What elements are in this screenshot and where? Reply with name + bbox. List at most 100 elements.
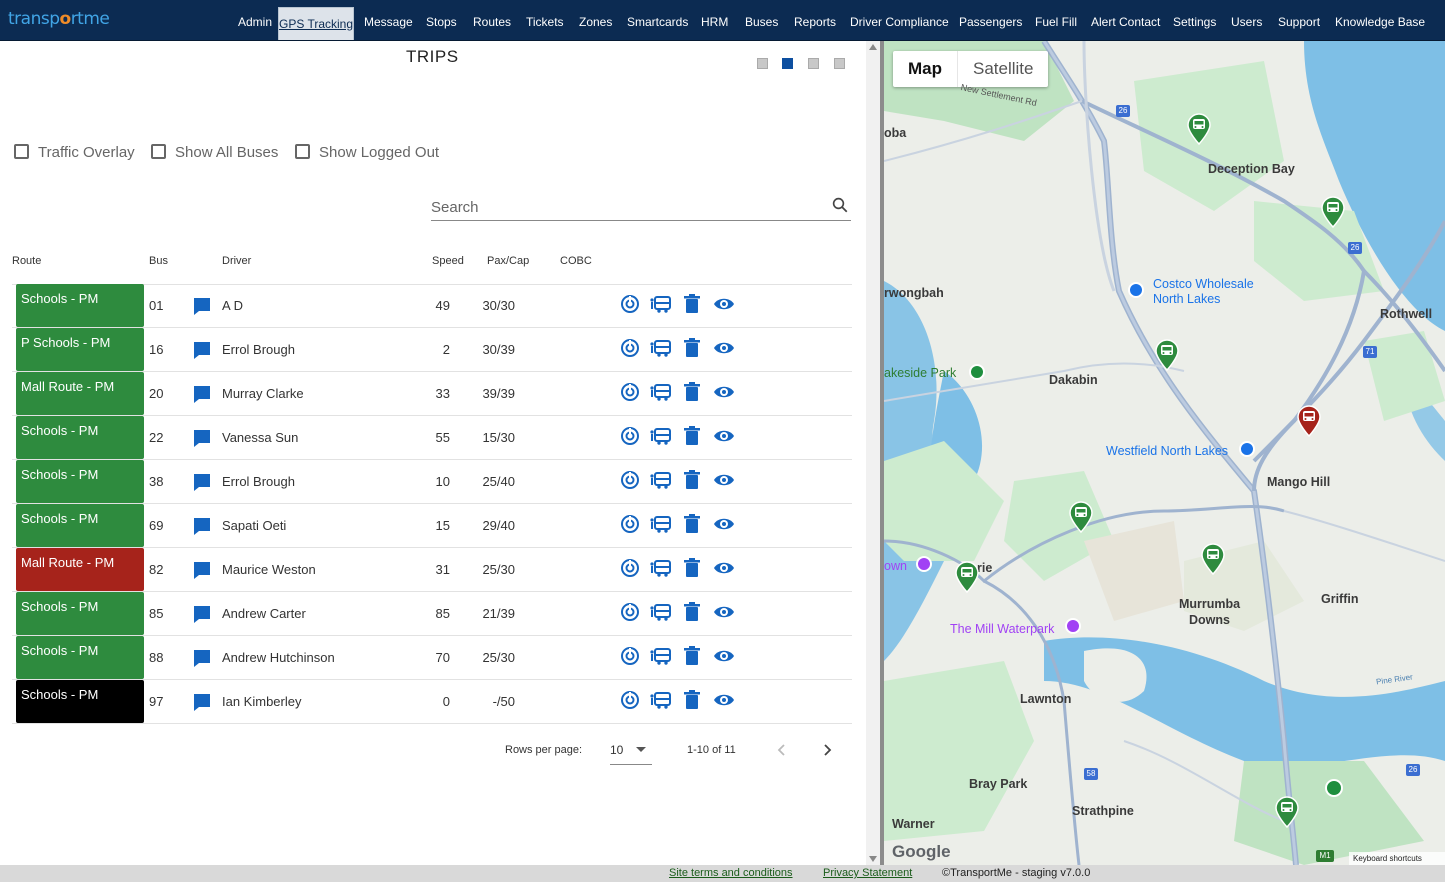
nav-driver-compliance[interactable]: Driver Compliance bbox=[850, 0, 949, 41]
filter-late[interactable]: Late (0) bbox=[226, 88, 295, 116]
rows-per-page-select[interactable]: 10 bbox=[610, 739, 652, 765]
bus-marker-icon[interactable] bbox=[954, 561, 980, 594]
next-page-button[interactable] bbox=[821, 743, 833, 760]
nav-tickets[interactable]: Tickets bbox=[526, 0, 564, 41]
filter-logged-out[interactable]: Logged Out (0) bbox=[505, 88, 621, 116]
table-row[interactable]: Schools - PM 88 Andrew Hutchinson 70 25/30 bbox=[12, 636, 852, 680]
nav-buses[interactable]: Buses bbox=[745, 0, 778, 41]
bus-details-icon[interactable] bbox=[650, 294, 672, 319]
privacy-statement-link[interactable]: Privacy Statement bbox=[823, 867, 912, 879]
col-header-cobc[interactable]: COBC bbox=[560, 255, 592, 267]
delete-trip-icon[interactable] bbox=[683, 690, 701, 715]
bus-details-icon[interactable] bbox=[650, 382, 672, 407]
scroll-up-icon[interactable] bbox=[869, 44, 877, 50]
view-trip-icon[interactable] bbox=[713, 646, 735, 671]
site-terms-link[interactable]: Site terms and conditions bbox=[669, 867, 793, 879]
delete-trip-icon[interactable] bbox=[683, 470, 701, 495]
bus-details-icon[interactable] bbox=[650, 646, 672, 671]
nav-smartcards[interactable]: Smartcards bbox=[627, 0, 688, 41]
view-trip-icon[interactable] bbox=[713, 426, 735, 451]
filter-early[interactable]: Early (0) bbox=[154, 88, 226, 116]
table-row[interactable]: Mall Route - PM 82 Maurice Weston 31 25/30 bbox=[12, 548, 852, 592]
bus-details-icon[interactable] bbox=[650, 338, 672, 363]
bus-details-icon[interactable] bbox=[650, 426, 672, 451]
table-row[interactable]: Schools - PM 38 Errol Brough 10 25/40 bbox=[12, 460, 852, 504]
route-badge[interactable]: Mall Route - PM bbox=[16, 548, 144, 591]
bus-details-icon[interactable] bbox=[650, 470, 672, 495]
track-bus-icon[interactable] bbox=[620, 338, 640, 363]
bus-details-icon[interactable] bbox=[650, 690, 672, 715]
bus-marker-icon[interactable] bbox=[1154, 339, 1180, 372]
col-header-route[interactable]: Route bbox=[12, 255, 41, 267]
nav-knowledge-base[interactable]: Knowledge Base bbox=[1335, 0, 1425, 41]
table-row[interactable]: Schools - PM 85 Andrew Carter 85 21/39 bbox=[12, 592, 852, 636]
route-badge[interactable]: Schools - PM bbox=[16, 680, 144, 723]
panel-layout-button-4[interactable] bbox=[834, 58, 845, 69]
panel-layout-button-2[interactable] bbox=[782, 58, 793, 69]
nav-reports[interactable]: Reports bbox=[794, 0, 836, 41]
traffic-overlay-checkbox[interactable]: Traffic Overlay bbox=[14, 144, 135, 161]
prev-page-button[interactable] bbox=[776, 743, 788, 760]
message-driver-icon[interactable] bbox=[192, 384, 212, 409]
filter-all[interactable]: All (11) bbox=[0, 88, 67, 116]
table-row[interactable]: Mall Route - PM 20 Murray Clarke 33 39/39 bbox=[12, 372, 852, 416]
message-driver-icon[interactable] bbox=[192, 560, 212, 585]
filter-ontime[interactable]: Ontime (8) bbox=[67, 88, 154, 116]
bus-details-icon[interactable] bbox=[650, 602, 672, 627]
bus-marker-icon[interactable] bbox=[1068, 501, 1094, 534]
col-header-speed[interactable]: Speed bbox=[432, 255, 464, 267]
track-bus-icon[interactable] bbox=[620, 558, 640, 583]
view-trip-icon[interactable] bbox=[713, 470, 735, 495]
view-trip-icon[interactable] bbox=[713, 294, 735, 319]
track-bus-icon[interactable] bbox=[620, 470, 640, 495]
bus-details-icon[interactable] bbox=[650, 514, 672, 539]
message-driver-icon[interactable] bbox=[192, 472, 212, 497]
delete-trip-icon[interactable] bbox=[683, 558, 701, 583]
table-row[interactable]: Schools - PM 69 Sapati Oeti 15 29/40 bbox=[12, 504, 852, 548]
transportme-logo[interactable]: transportme bbox=[8, 9, 110, 29]
park-poi-icon[interactable] bbox=[969, 364, 985, 380]
table-row[interactable]: Schools - PM 22 Vanessa Sun 55 15/30 bbox=[12, 416, 852, 460]
delete-trip-icon[interactable] bbox=[683, 646, 701, 671]
nav-hrm[interactable]: HRM bbox=[701, 0, 728, 41]
nav-fuel-fill[interactable]: Fuel Fill bbox=[1035, 0, 1077, 41]
nav-gps-tracking[interactable]: GPS Tracking bbox=[278, 7, 354, 40]
filter-inactive[interactable]: Inactive (11) bbox=[406, 88, 505, 116]
delete-trip-icon[interactable] bbox=[683, 382, 701, 407]
nav-support[interactable]: Support bbox=[1278, 0, 1320, 41]
filter-not-moved[interactable]: Not Moved (0) bbox=[295, 88, 406, 116]
tree-poi-icon[interactable] bbox=[1325, 779, 1343, 797]
bus-marker-icon[interactable] bbox=[1274, 796, 1300, 829]
track-bus-icon[interactable] bbox=[620, 426, 640, 451]
track-bus-icon[interactable] bbox=[620, 646, 640, 671]
track-bus-icon[interactable] bbox=[620, 690, 640, 715]
nav-stops[interactable]: Stops bbox=[426, 0, 457, 41]
message-driver-icon[interactable] bbox=[192, 428, 212, 453]
delete-trip-icon[interactable] bbox=[683, 602, 701, 627]
table-row[interactable]: Schools - PM 97 Ian Kimberley 0 -/50 bbox=[12, 680, 852, 724]
nav-zones[interactable]: Zones bbox=[579, 0, 612, 41]
route-badge[interactable]: Schools - PM bbox=[16, 592, 144, 635]
col-header-bus[interactable]: Bus bbox=[149, 255, 168, 267]
nav-message[interactable]: Message bbox=[364, 0, 413, 41]
track-bus-icon[interactable] bbox=[620, 602, 640, 627]
track-bus-icon[interactable] bbox=[620, 382, 640, 407]
waterpark-poi-icon[interactable] bbox=[1065, 618, 1081, 634]
message-driver-icon[interactable] bbox=[192, 296, 212, 321]
delete-trip-icon[interactable] bbox=[683, 514, 701, 539]
view-trip-icon[interactable] bbox=[713, 338, 735, 363]
view-trip-icon[interactable] bbox=[713, 382, 735, 407]
nav-settings[interactable]: Settings bbox=[1173, 0, 1216, 41]
show-logged-out-checkbox[interactable]: Show Logged Out bbox=[295, 144, 439, 161]
shopping-poi-icon[interactable] bbox=[1128, 282, 1144, 298]
message-driver-icon[interactable] bbox=[192, 648, 212, 673]
delete-trip-icon[interactable] bbox=[683, 426, 701, 451]
col-header-pax-cap[interactable]: Pax/Cap bbox=[487, 255, 529, 267]
route-badge[interactable]: Schools - PM bbox=[16, 460, 144, 503]
message-driver-icon[interactable] bbox=[192, 692, 212, 717]
route-badge[interactable]: Schools - PM bbox=[16, 416, 144, 459]
table-row[interactable]: Schools - PM 01 A D 49 30/30 bbox=[12, 284, 852, 328]
view-trip-icon[interactable] bbox=[713, 558, 735, 583]
view-trip-icon[interactable] bbox=[713, 514, 735, 539]
bus-marker-icon[interactable] bbox=[1186, 113, 1212, 146]
